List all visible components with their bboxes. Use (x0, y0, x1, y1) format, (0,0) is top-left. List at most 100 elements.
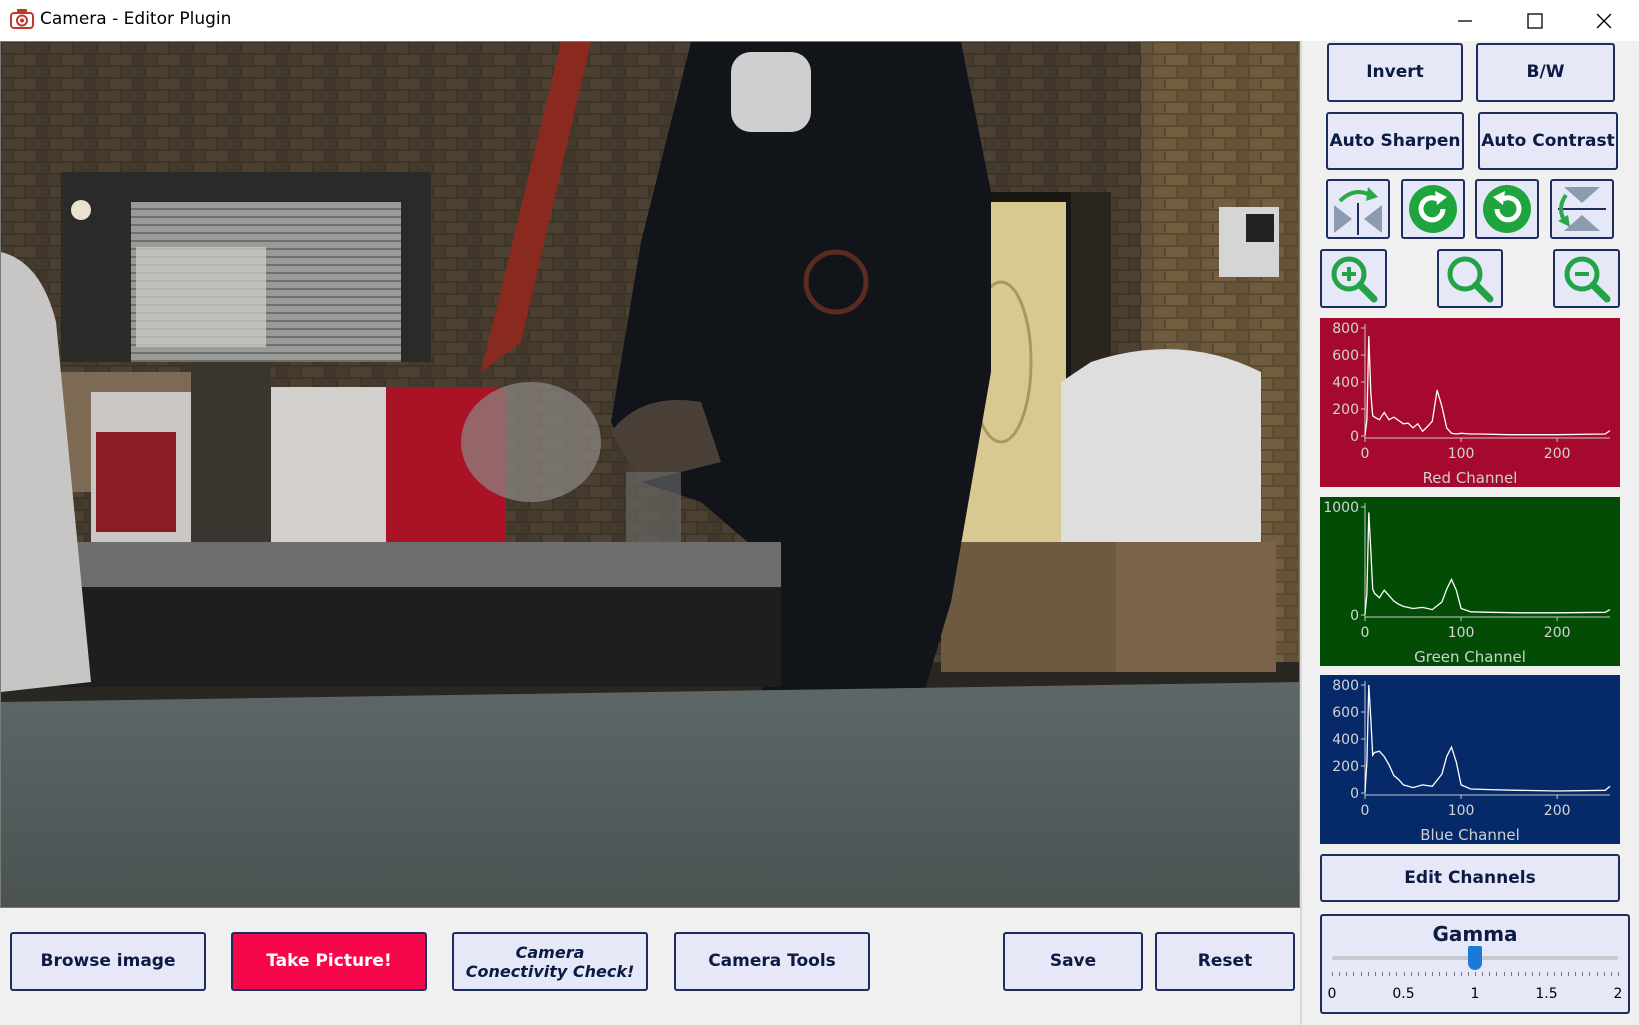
gamma-title: Gamma (1432, 922, 1518, 946)
x-tick-label: 0 (1361, 625, 1370, 641)
zoom-out-button[interactable] (1553, 249, 1620, 308)
gamma-tick (1460, 972, 1462, 976)
flip-vertical-button[interactable] (1550, 179, 1614, 239)
camera-preview-image (1, 42, 1299, 907)
gamma-tick (1517, 972, 1519, 976)
rotate-clockwise-icon (1409, 185, 1457, 233)
red-channel-title: Red Channel (1422, 469, 1518, 487)
gamma-tick-label: 2 (1613, 986, 1623, 1002)
gamma-slider-thumb[interactable] (1468, 946, 1482, 970)
y-tick-label: 800 (1332, 321, 1359, 337)
minimize-button[interactable] (1430, 0, 1500, 41)
gamma-tick (1618, 972, 1619, 976)
take-picture-button[interactable]: Take Picture! (231, 932, 427, 991)
close-button[interactable] (1569, 0, 1639, 41)
gamma-tick (1417, 972, 1419, 976)
rotate-clockwise-button[interactable] (1401, 179, 1465, 239)
gamma-tick (1475, 972, 1476, 976)
y-tick-label: 0 (1350, 608, 1359, 624)
gamma-tick (1503, 972, 1505, 976)
gamma-panel: Gamma 0 0.5 1 1.5 2 (1320, 914, 1630, 1014)
histogram-line (1364, 684, 1611, 793)
gamma-tick (1589, 972, 1591, 976)
camera-connectivity-check-button[interactable]: Camera Conectivity Check! (452, 932, 648, 991)
reset-button[interactable]: Reset (1155, 932, 1295, 991)
gamma-tick (1482, 972, 1484, 976)
green-channel-title: Green Channel (1414, 648, 1526, 666)
green-channel-histogram: 0 1000 0 100 200 Green Channel (1320, 497, 1620, 666)
y-tick-label: 600 (1332, 705, 1359, 721)
zoom-in-icon (1331, 256, 1377, 302)
y-tick-label: 200 (1332, 759, 1359, 775)
gamma-tick (1453, 972, 1455, 976)
gamma-tick (1367, 972, 1369, 976)
gamma-tick (1567, 972, 1569, 976)
minimize-icon (1458, 19, 1472, 22)
y-tick-label: 400 (1332, 732, 1359, 748)
zoom-reset-button[interactable] (1437, 249, 1503, 308)
gamma-tick (1510, 972, 1512, 976)
camera-tools-button[interactable]: Camera Tools (674, 932, 870, 991)
gamma-tick (1374, 972, 1376, 976)
x-tick-label: 0 (1361, 803, 1370, 819)
window-title: Camera - Editor Plugin (40, 9, 232, 29)
maximize-button[interactable] (1500, 0, 1570, 41)
camera-preview[interactable] (0, 41, 1300, 908)
auto-sharpen-button[interactable]: Auto Sharpen (1326, 112, 1464, 170)
gamma-tick (1467, 972, 1469, 976)
gamma-tick (1489, 972, 1491, 976)
y-tick-label: 800 (1332, 678, 1359, 694)
x-tick-label: 100 (1448, 803, 1475, 819)
y-tick-label: 200 (1332, 402, 1359, 418)
gamma-tick (1360, 972, 1362, 976)
gamma-tick (1539, 972, 1541, 976)
x-tick-label: 0 (1361, 446, 1370, 462)
gamma-tick (1596, 972, 1598, 976)
gamma-tick (1339, 972, 1341, 976)
gamma-tick (1496, 972, 1498, 976)
edit-channels-button[interactable]: Edit Channels (1320, 854, 1620, 902)
gamma-tick (1396, 972, 1398, 976)
gamma-tick (1610, 972, 1612, 976)
zoom-in-button[interactable] (1320, 249, 1387, 308)
rotate-counterclockwise-icon (1483, 185, 1531, 233)
gamma-tick (1439, 972, 1441, 976)
gamma-tick (1532, 972, 1534, 976)
save-button[interactable]: Save (1003, 932, 1143, 991)
blue-channel-title: Blue Channel (1420, 826, 1520, 844)
gamma-tick-label: 0.5 (1392, 986, 1415, 1002)
y-tick-label: 400 (1332, 375, 1359, 391)
gamma-tick (1525, 972, 1527, 976)
gamma-tick (1346, 972, 1348, 976)
flip-horizontal-button[interactable] (1326, 179, 1390, 239)
gamma-tick-label: 1 (1470, 986, 1480, 1002)
gamma-tick (1424, 972, 1426, 976)
maximize-icon (1527, 12, 1543, 29)
gamma-tick (1603, 972, 1605, 976)
browse-image-button[interactable]: Browse image (10, 932, 206, 991)
x-tick-label: 200 (1544, 625, 1571, 641)
gamma-tick (1410, 972, 1412, 976)
invert-button[interactable]: Invert (1327, 43, 1463, 102)
x-tick-label: 200 (1544, 803, 1571, 819)
gamma-tick (1389, 972, 1391, 976)
connectivity-check-line1: Camera (515, 942, 585, 962)
camera-icon (10, 9, 34, 29)
red-channel-histogram: 0 200 400 600 800 0 100 200 Red Channel (1320, 318, 1620, 487)
blue-histogram-plot: 0 200 400 600 800 0 100 200 (1332, 678, 1611, 819)
zoom-out-icon (1564, 256, 1610, 302)
histogram-line (1364, 512, 1611, 615)
bw-button[interactable]: B/W (1476, 43, 1615, 102)
gamma-tick (1332, 972, 1333, 976)
gamma-tick (1546, 972, 1548, 976)
gamma-tick (1560, 972, 1562, 976)
red-histogram-plot: 0 200 400 600 800 0 100 200 (1332, 321, 1611, 462)
gamma-tick-label: 0 (1327, 986, 1337, 1002)
gamma-tick (1432, 972, 1434, 976)
gamma-tick (1353, 972, 1355, 976)
panel-divider (1300, 41, 1302, 1025)
gamma-tick (1553, 972, 1555, 976)
gamma-tick-label: 1.5 (1535, 986, 1558, 1002)
auto-contrast-button[interactable]: Auto Contrast (1478, 112, 1618, 170)
rotate-counterclockwise-button[interactable] (1475, 179, 1539, 239)
